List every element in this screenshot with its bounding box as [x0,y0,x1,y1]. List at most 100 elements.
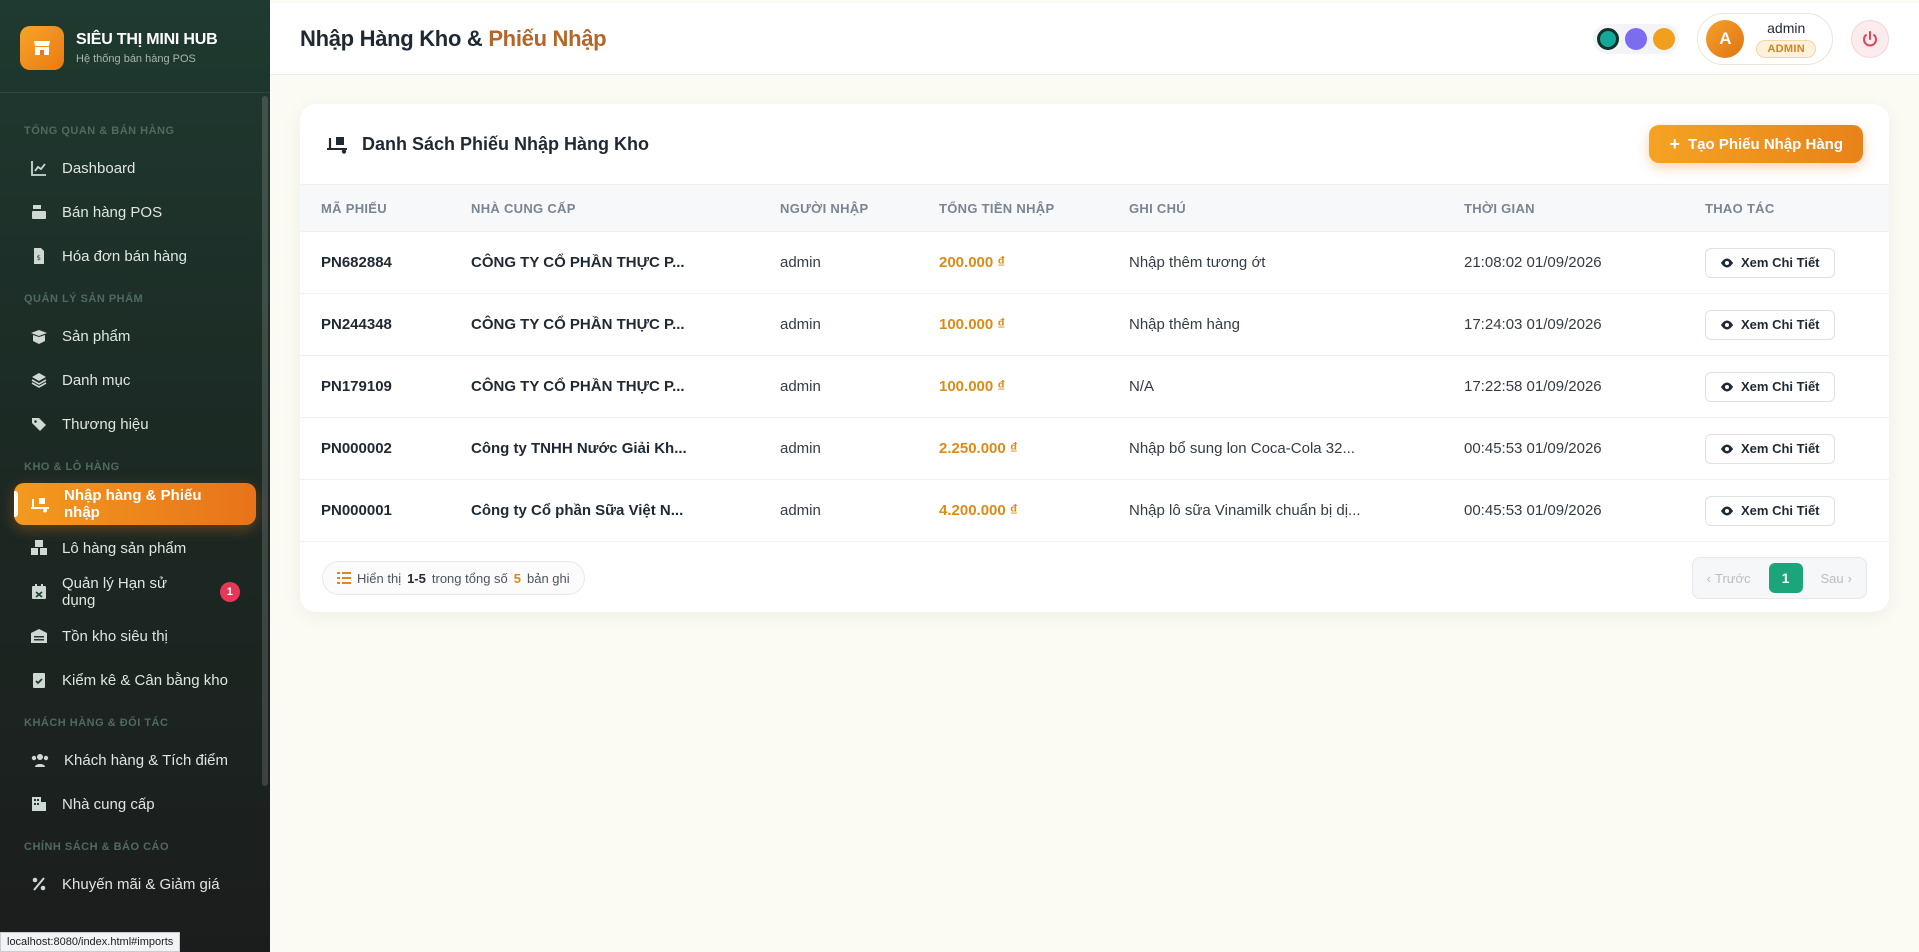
calendar-x-icon [32,584,46,599]
invoice-icon: $ [34,248,44,264]
nav-section-title: KHÁCH HÀNG & ĐỐI TÁC [24,717,169,729]
eye-icon [1721,506,1733,515]
create-import-button[interactable]: + Tạo Phiếu Nhập Hàng [1649,125,1863,163]
expiry-count-badge: 1 [219,582,240,602]
view-detail-button[interactable]: Xem Chi Tiết [1705,433,1835,464]
sidebar-item-label: Nhà cung cấp [62,795,155,813]
list-ordered-icon [337,572,351,584]
view-detail-button[interactable]: Xem Chi Tiết [1705,371,1835,402]
import-time: 17:22:58 01/09/2026 [1443,355,1684,418]
import-note: Nhập thêm tương ớt [1108,231,1443,294]
page-title-separator: & [461,25,489,51]
next-page-button[interactable]: Sau › [1811,562,1862,594]
import-code: PN179109 [300,355,450,418]
view-detail-button[interactable]: Xem Chi Tiết [1705,309,1835,340]
sidebar-item-pos[interactable]: Bán hàng POS [14,191,256,233]
svg-text:$: $ [37,254,41,262]
import-amount: 4.200.000 ₫ [918,479,1108,542]
sidebar-item-customers[interactable]: Khách hàng & Tích điểm [14,739,256,781]
card-title: Danh Sách Phiếu Nhập Hàng Kho [326,134,649,155]
sidebar-item-suppliers[interactable]: Nhà cung cấp [14,783,256,825]
action-cell: Xem Chi Tiết [1684,293,1889,356]
role-badge: ADMIN [1756,39,1816,58]
column-header: NHÀ CUNG CẤP [471,200,576,216]
next-page-label: Sau [1820,570,1844,586]
import-time: 17:24:03 01/09/2026 [1443,293,1684,356]
power-icon [1863,30,1877,46]
card-title-text: Danh Sách Phiếu Nhập Hàng Kho [362,133,650,154]
sidebar-item-promotions[interactable]: Khuyến mãi & Giảm giá [14,863,256,905]
sidebar-item-label: Dashboard [62,159,136,177]
sidebar-item-label: Danh mục [62,371,131,389]
view-detail-label: Xem Chi Tiết [1741,317,1820,332]
view-detail-button[interactable]: Xem Chi Tiết [1705,495,1835,526]
import-user: admin [759,231,918,294]
imports-table: MÃ PHIẾU NHÀ CUNG CẤP NGƯỜI NHẬP TỔNG TI… [300,184,1889,542]
import-note: N/A [1108,355,1443,418]
truck-loading-icon [327,137,347,154]
page-number-button[interactable]: 1 [1768,563,1803,593]
nav-section-title: KHO & LÔ HÀNG [24,461,120,473]
box-open-icon [31,330,47,344]
page-title-main: Nhập Hàng Kho [300,25,462,51]
prev-page-button[interactable]: ‹ Trước [1697,562,1761,594]
view-detail-button[interactable]: Xem Chi Tiết [1705,247,1835,278]
store-icon [20,26,64,70]
sidebar-item-inventory[interactable]: Tồn kho siêu thị [14,615,256,657]
user-menu[interactable]: A admin ADMIN [1697,12,1833,65]
create-import-label: Tạo Phiếu Nhập Hàng [1687,135,1843,153]
logout-button[interactable] [1851,19,1889,58]
sidebar-item-categories[interactable]: Danh mục [14,359,256,401]
summary-of-label: trong tổng số [431,570,508,586]
sidebar-item-label: Khách hàng & Tích điểm [64,751,228,769]
sidebar-item-brands[interactable]: Thương hiệu [14,403,256,445]
table-footer: Hiển thị 1-5 trong tổng số 5 bản ghi ‹ T… [300,542,1889,612]
building-icon [32,797,46,811]
table-row: PN000001 Công ty Cổ phần Sữa Việt N... a… [300,479,1889,542]
imports-card: Danh Sách Phiếu Nhập Hàng Kho + Tạo Phiế… [300,104,1889,612]
sidebar-item-products[interactable]: Sản phẩm [14,315,256,357]
table-header-row: MÃ PHIẾU NHÀ CUNG CẤP NGƯỜI NHẬP TỔNG TI… [300,184,1889,232]
action-cell: Xem Chi Tiết [1684,479,1889,542]
theme-teal-button[interactable] [1597,27,1620,50]
nav-section-title: TỔNG QUAN & BÁN HÀNG [24,125,175,137]
sidebar-item-stocktake[interactable]: Kiểm kê & Cân bằng kho [14,659,256,701]
prev-page-label: Trước [1715,570,1751,586]
eye-icon [1721,258,1733,267]
brand[interactable]: SIÊU THỊ MINI HUB Hệ thống bán hàng POS [0,0,270,93]
theme-orange-button[interactable] [1653,27,1676,50]
sidebar-item-batches[interactable]: Lô hàng sản phẩm [14,527,256,569]
column-header: GHI CHÚ [1129,200,1186,216]
sidebar-item-invoices[interactable]: $ Hóa đơn bán hàng [14,235,256,277]
theme-purple-button[interactable] [1625,27,1648,50]
sidebar-item-dashboard[interactable]: Dashboard [14,147,256,189]
action-cell: Xem Chi Tiết [1684,231,1889,294]
sidebar-scrollbar[interactable] [262,96,268,786]
summary-records-label: bản ghi [527,570,570,586]
sidebar-item-label: Sản phẩm [62,327,131,345]
sidebar-item-expiry[interactable]: Quản lý Hạn sử dụng 1 [14,571,256,613]
import-note: Nhập bổ sung lon Coca-Cola 32... [1108,417,1443,480]
summary-total: 5 [513,570,521,586]
import-user: admin [759,479,918,542]
import-code: PN682884 [300,231,450,294]
supplier-name: CÔNG TY CỔ PHẦN THỰC P... [450,355,759,418]
warehouse-icon [31,629,47,643]
sidebar-item-label: Hóa đơn bán hàng [62,247,187,265]
supplier-name: Công ty Cổ phần Sữa Việt N... [450,479,759,542]
sidebar-item-imports[interactable]: Nhập hàng & Phiếu nhập [14,483,256,525]
view-detail-label: Xem Chi Tiết [1741,503,1820,518]
summary-show-label: Hiển thị [357,570,402,586]
import-amount: 2.250.000 ₫ [918,417,1108,480]
chart-line-icon [31,161,46,176]
column-header: THAO TÁC [1705,200,1775,216]
import-amount: 100.000 ₫ [918,355,1108,418]
sidebar-item-label: Tồn kho siêu thị [62,627,168,645]
record-summary: Hiển thị 1-5 trong tổng số 5 bản ghi [322,561,585,595]
brand-subtitle: Hệ thống bán hàng POS [76,53,196,65]
top-header: Nhập Hàng Kho & Phiếu Nhập A admin ADMIN [270,3,1919,75]
column-header: TỔNG TIỀN NHẬP [939,200,1055,216]
sidebar-item-label: Bán hàng POS [62,203,163,221]
nav-section-title: CHÍNH SÁCH & BÁO CÁO [24,841,170,853]
truck-loading-icon [31,498,49,513]
